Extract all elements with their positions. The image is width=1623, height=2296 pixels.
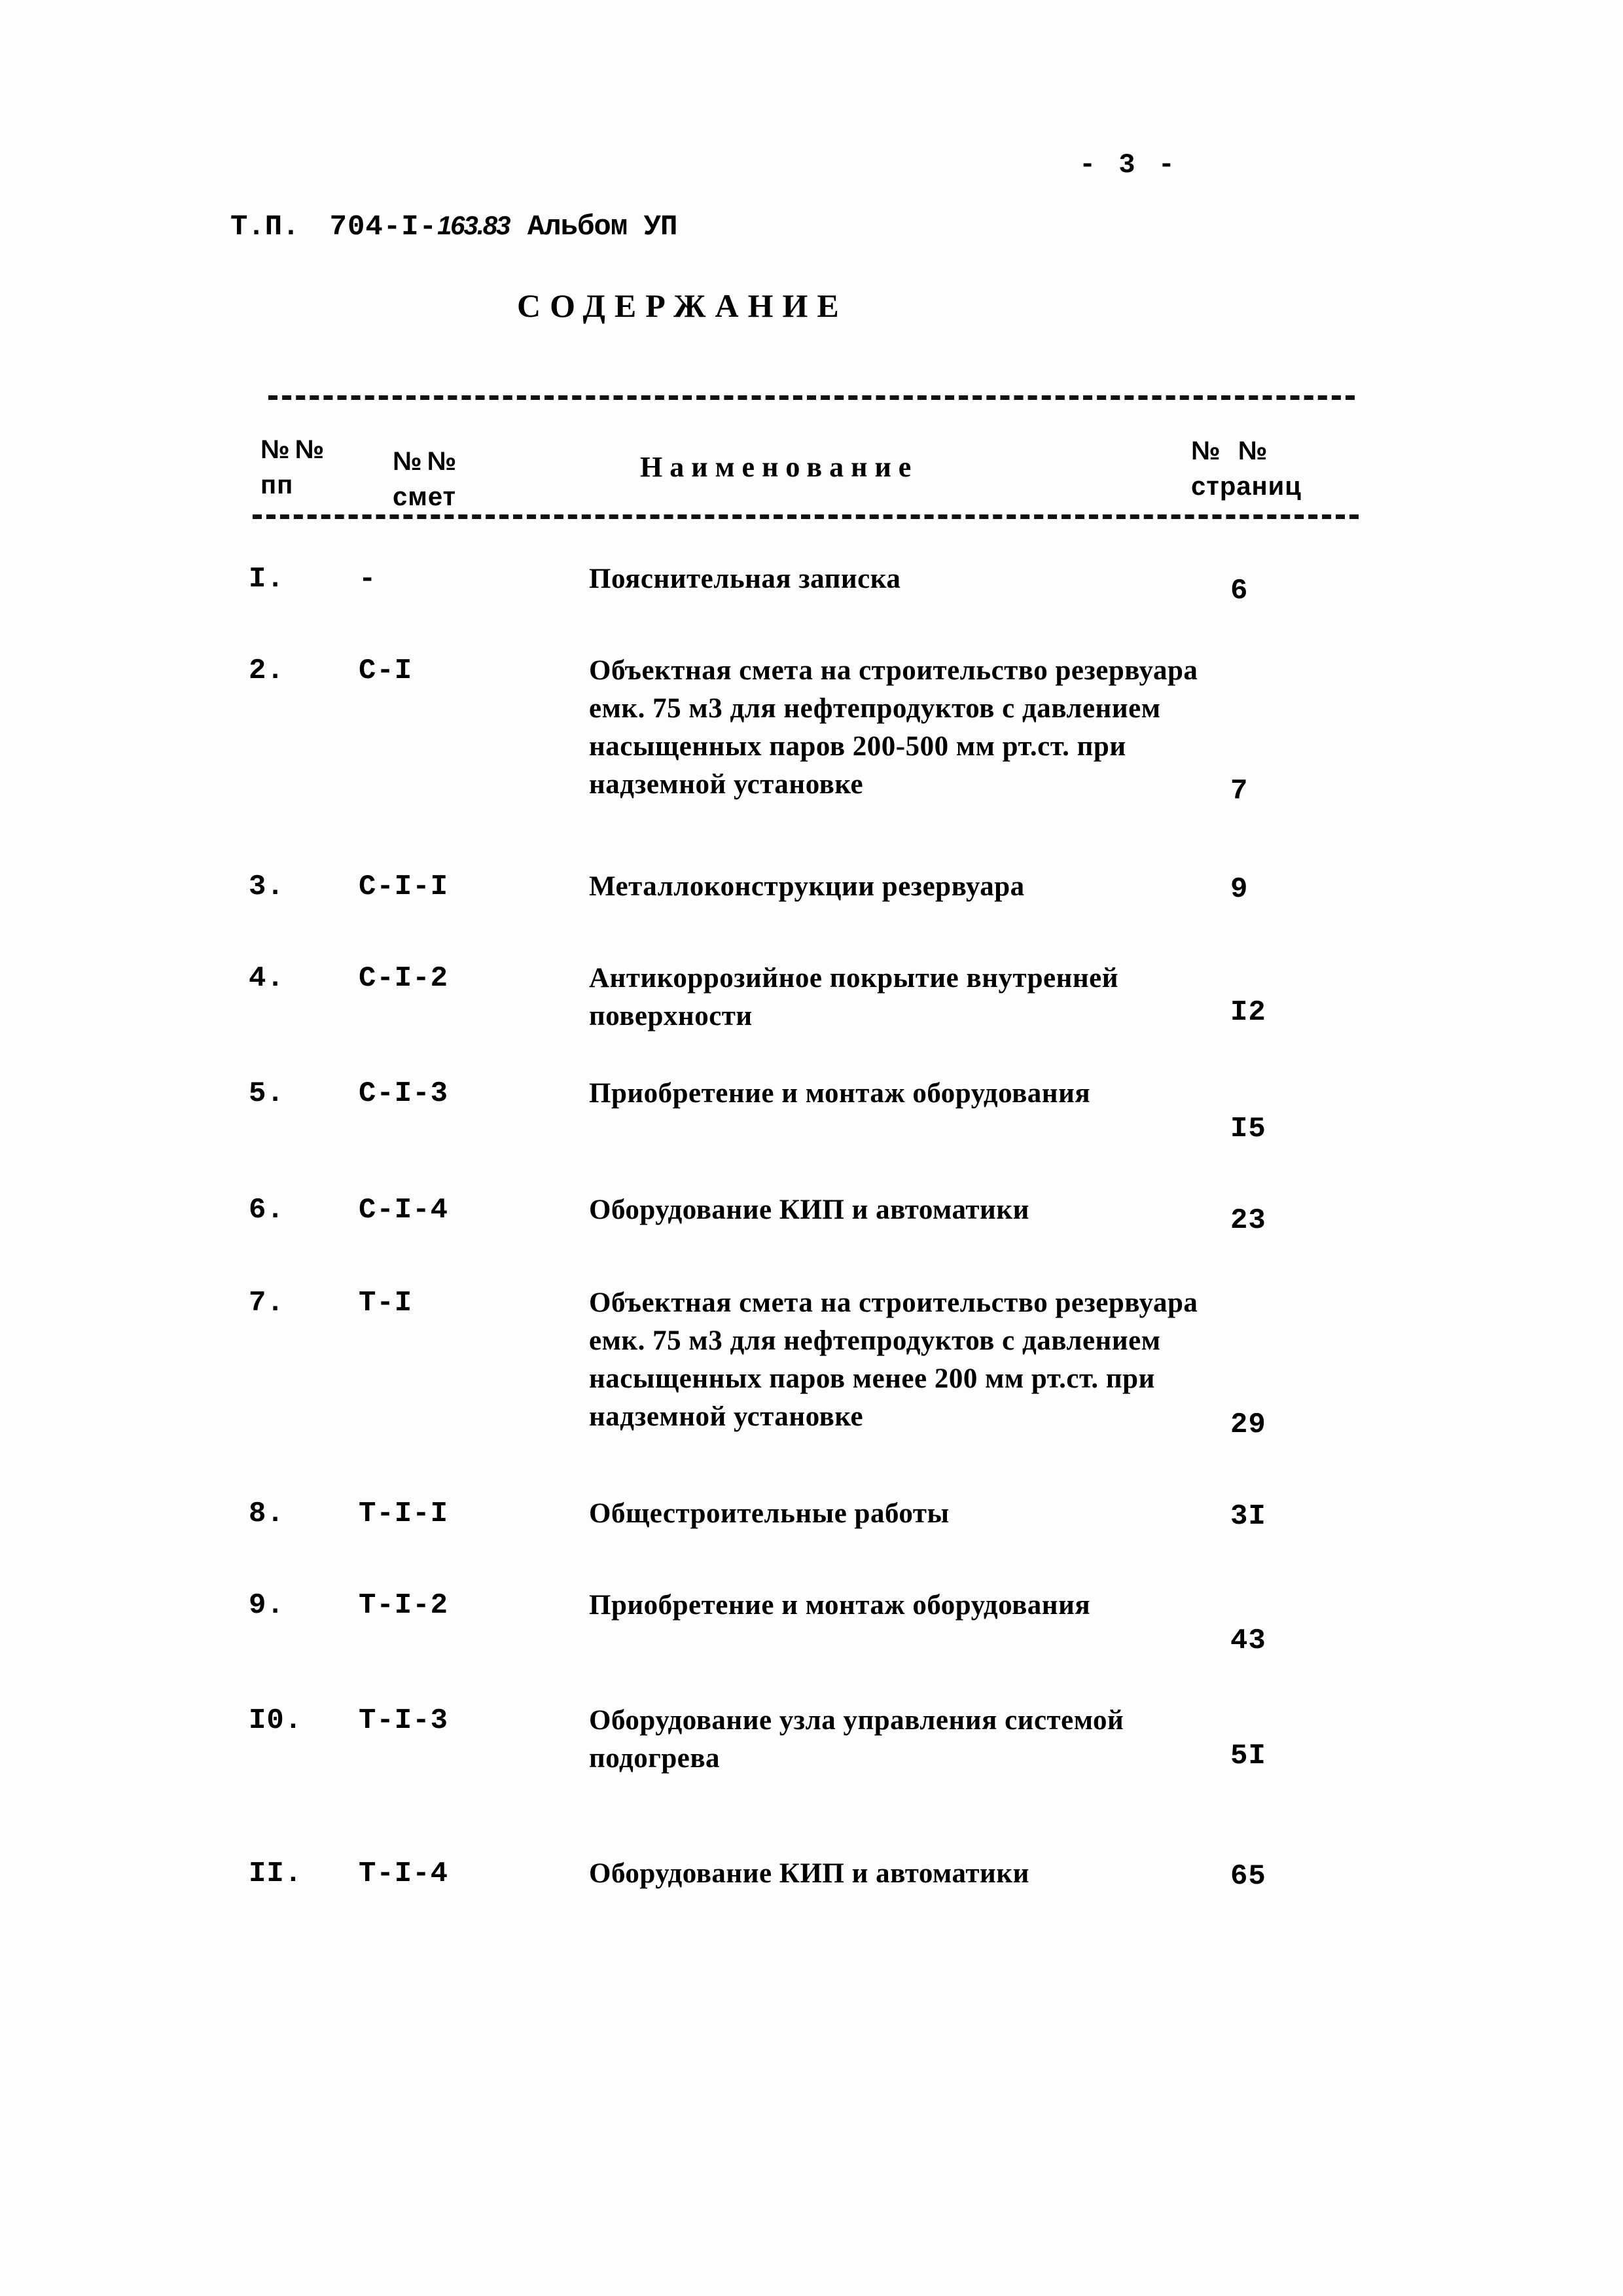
row-estimate-code: T-I-4 <box>359 1857 449 1890</box>
row-number: 2. <box>249 655 285 687</box>
row-estimate-code: T-I-I <box>359 1498 449 1530</box>
document-code-prefix: Т.П. <box>230 211 300 243</box>
row-page-number: 9 <box>1230 873 1249 906</box>
row-page-number: 3I <box>1230 1500 1266 1533</box>
table-header-number-line1: №№ <box>260 435 330 464</box>
table-top-divider <box>268 395 1355 400</box>
row-name: Приобретение и монтаж оборудования <box>589 1590 1091 1621</box>
document-album-label: Альбом УП <box>527 211 678 243</box>
row-page-number: I5 <box>1230 1113 1266 1145</box>
row-name: Антикоррозийное покрытие внутренней пове… <box>589 963 1119 1031</box>
row-number: I. <box>249 563 285 596</box>
row-page-number: 43 <box>1230 1624 1266 1657</box>
row-name: Приобретение и монтаж оборудования <box>589 1078 1091 1109</box>
row-name: Пояснительная записка <box>589 564 901 594</box>
document-code-serial: 163.83 <box>437 211 510 240</box>
table-header-estimate: №№ смет <box>393 444 461 514</box>
document-code-series: 704-I- <box>329 211 438 243</box>
row-number: I0. <box>249 1704 303 1737</box>
row-page-number: 65 <box>1230 1860 1266 1893</box>
row-estimate-code: C-I <box>359 655 413 687</box>
row-page-number: 7 <box>1230 775 1249 808</box>
table-header-pages: № № страниц <box>1191 433 1302 504</box>
table-header-name: Наименование <box>640 451 919 483</box>
page-folio: - 3 - <box>1079 149 1178 181</box>
table-header-estimate-line1: №№ <box>393 447 462 476</box>
page-title: СОДЕРЖАНИЕ <box>517 287 848 324</box>
table-header-divider <box>253 514 1359 519</box>
document-page: - 3 - Т.П. 704-I-163.83 Альбом УП СОДЕРЖА… <box>0 0 1623 2296</box>
row-number: 7. <box>249 1287 285 1319</box>
row-page-number: I2 <box>1230 996 1266 1029</box>
row-name: Оборудование узла управления системой по… <box>589 1705 1124 1774</box>
row-estimate-code: T-I <box>359 1287 413 1319</box>
row-name: Оборудование КИП и автоматики <box>589 1194 1029 1225</box>
row-number: 3. <box>249 870 285 903</box>
table-header-pages-line1: № № <box>1191 437 1273 465</box>
row-number: 4. <box>249 962 285 995</box>
row-name: Металлоконструкции резервуара <box>589 871 1025 902</box>
row-number: 9. <box>249 1589 285 1622</box>
row-number: 5. <box>249 1077 285 1110</box>
row-estimate-code: C-I-4 <box>359 1194 449 1227</box>
row-estimate-code: C-I-3 <box>359 1077 449 1110</box>
row-name: Объектная смета на строительство резерву… <box>589 1287 1198 1432</box>
row-estimate-code: T-I-2 <box>359 1589 449 1622</box>
table-header-pages-line2: страниц <box>1191 472 1302 501</box>
table-header-estimate-line2: смет <box>393 482 457 511</box>
row-page-number: 6 <box>1230 575 1249 607</box>
document-code-line: Т.П. 704-I-163.83 Альбом УП <box>230 211 677 243</box>
row-estimate-code: C-I-I <box>359 870 449 903</box>
row-page-number: 29 <box>1230 1408 1266 1441</box>
row-name: Объектная смета на строительство резерву… <box>589 655 1198 800</box>
row-page-number: 5I <box>1230 1740 1266 1772</box>
row-page-number: 23 <box>1230 1204 1266 1237</box>
row-estimate-code: C-I-2 <box>359 962 449 995</box>
row-name: Общестроительные работы <box>589 1498 950 1529</box>
table-header-number-line2: пп <box>260 471 294 499</box>
table-header-number: №№ пп <box>260 432 329 503</box>
row-number: 6. <box>249 1194 285 1227</box>
row-number: II. <box>249 1857 303 1890</box>
row-name: Оборудование КИП и автоматики <box>589 1858 1029 1889</box>
row-estimate-code: - <box>359 563 377 596</box>
row-number: 8. <box>249 1498 285 1530</box>
row-estimate-code: T-I-3 <box>359 1704 449 1737</box>
